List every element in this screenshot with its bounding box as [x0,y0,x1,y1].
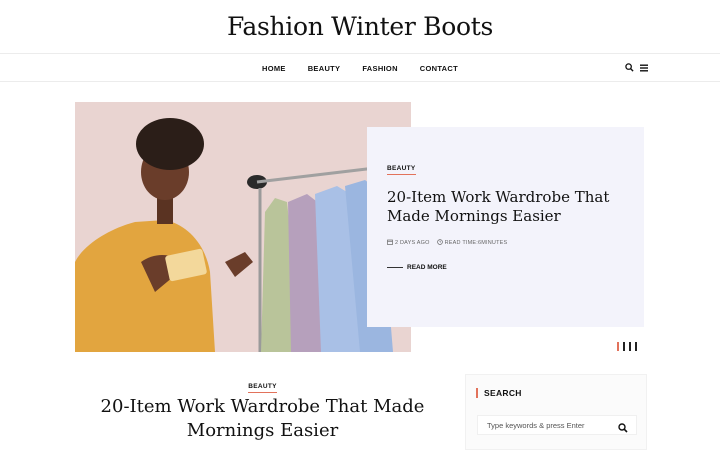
calendar-icon [387,239,393,247]
post-date: 2 DAYS AGO [387,239,430,247]
read-more-link[interactable]: READ MORE [387,264,624,271]
post-category-wrap: BEAUTY [75,375,450,393]
clock-icon [436,239,443,247]
nav-item-beauty[interactable]: BEAUTY [308,64,341,73]
hero-meta: 2 DAYS AGO READ TIME:6MINUTES [387,239,624,247]
hero-title[interactable]: 20-Item Work Wardrobe That Made Mornings… [387,188,624,226]
hero-image[interactable] [75,102,411,352]
site-title[interactable]: Fashion Winter Boots [0,0,720,54]
nav-item-home[interactable]: HOME [262,64,286,73]
hero-category-badge[interactable]: BEAUTY [387,165,416,175]
hero-card: BEAUTY 20-Item Work Wardrobe That Made M… [367,127,644,327]
slider-dot-1[interactable] [617,342,619,351]
menu-icon[interactable] [640,64,648,72]
nav-menu: HOME BEAUTY FASHION CONTACT [0,54,720,82]
read-more-label: READ MORE [407,264,447,271]
slider-dot-4[interactable] [635,342,637,351]
search-icon[interactable] [625,63,634,72]
site-header: Fashion Winter Boots [0,0,720,54]
search-submit-icon[interactable] [618,420,630,433]
slider-dot-3[interactable] [629,342,631,351]
search-widget: SEARCH [465,374,647,450]
main-navigation: HOME BEAUTY FASHION CONTACT [0,54,720,82]
widget-title: SEARCH [476,388,522,398]
slider-dot-2[interactable] [623,342,625,351]
read-time-text: READ TIME:6MINUTES [444,240,508,246]
nav-tools [625,63,648,72]
search-box [477,415,637,435]
nav-item-contact[interactable]: CONTACT [420,64,458,73]
nav-item-fashion[interactable]: FASHION [362,64,397,73]
search-input[interactable] [478,416,613,434]
post-title[interactable]: 20-Item Work Wardrobe That Made Mornings… [75,395,450,443]
read-time: READ TIME:6MINUTES [436,239,508,247]
post-category-badge[interactable]: BEAUTY [248,383,277,393]
slider-pager [617,342,637,351]
post-date-text: 2 DAYS AGO [395,240,430,246]
read-more-line [387,267,403,268]
